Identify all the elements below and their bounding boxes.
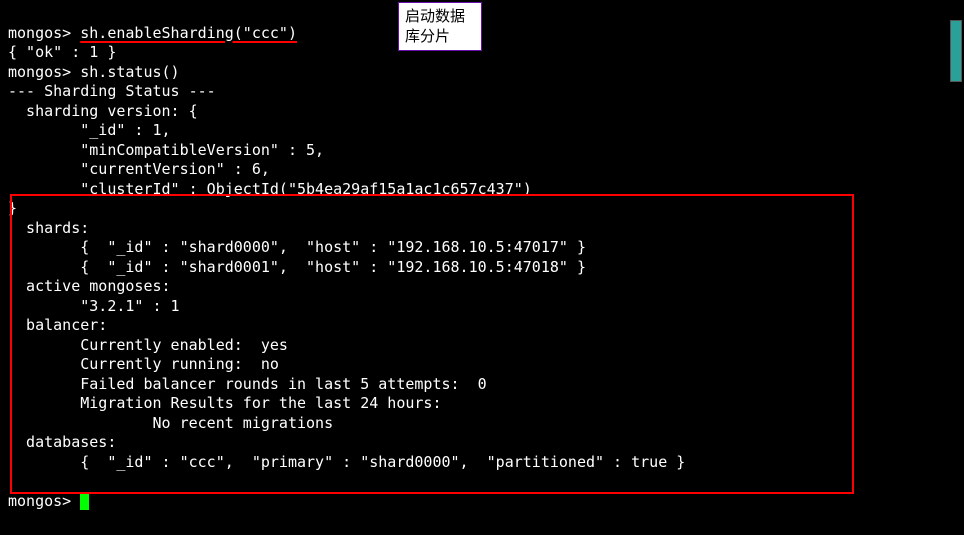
prompt: mongos> — [8, 492, 71, 510]
balancer-enabled: Currently enabled: yes — [8, 336, 288, 354]
balancer-failed: Failed balancer rounds in last 5 attempt… — [8, 375, 487, 393]
mongoses-version: "3.2.1" : 1 — [8, 297, 180, 315]
annotation-callout: 启动数据库分片 — [398, 2, 482, 51]
shard-row: { "_id" : "shard0000", "host" : "192.168… — [8, 238, 586, 256]
version-id: "_id" : 1, — [8, 121, 171, 139]
terminal-output[interactable]: mongos> sh.enableSharding("ccc") { "ok" … — [0, 0, 964, 515]
version-current: "currentVersion" : 6, — [8, 160, 270, 178]
version-open: sharding version: { — [8, 102, 198, 120]
prompt: mongos> — [8, 63, 71, 81]
scrollbar[interactable] — [950, 20, 962, 82]
databases-header: databases: — [8, 433, 116, 451]
active-mongoses-header: active mongoses: — [8, 277, 171, 295]
shard-row: { "_id" : "shard0001", "host" : "192.168… — [8, 258, 586, 276]
database-row: { "_id" : "ccc", "primary" : "shard0000"… — [8, 453, 685, 471]
version-cluster: "clusterId" : ObjectId("5b4ea29af15a1ac1… — [8, 180, 532, 198]
version-mincompat: "minCompatibleVersion" : 5, — [8, 141, 324, 159]
balancer-no-migrations: No recent migrations — [8, 414, 333, 432]
cursor[interactable] — [80, 494, 89, 510]
command-sh-status: sh.status() — [80, 63, 179, 81]
command-enable-sharding: sh.enableSharding("ccc") — [80, 24, 297, 42]
balancer-migration-header: Migration Results for the last 24 hours: — [8, 394, 441, 412]
output-ok: { "ok" : 1 } — [8, 43, 116, 61]
status-header: --- Sharding Status --- — [8, 82, 216, 100]
prompt: mongos> — [8, 24, 71, 42]
shards-header: shards: — [8, 219, 89, 237]
balancer-running: Currently running: no — [8, 355, 279, 373]
balancer-header: balancer: — [8, 316, 107, 334]
brace-close: } — [8, 199, 17, 217]
